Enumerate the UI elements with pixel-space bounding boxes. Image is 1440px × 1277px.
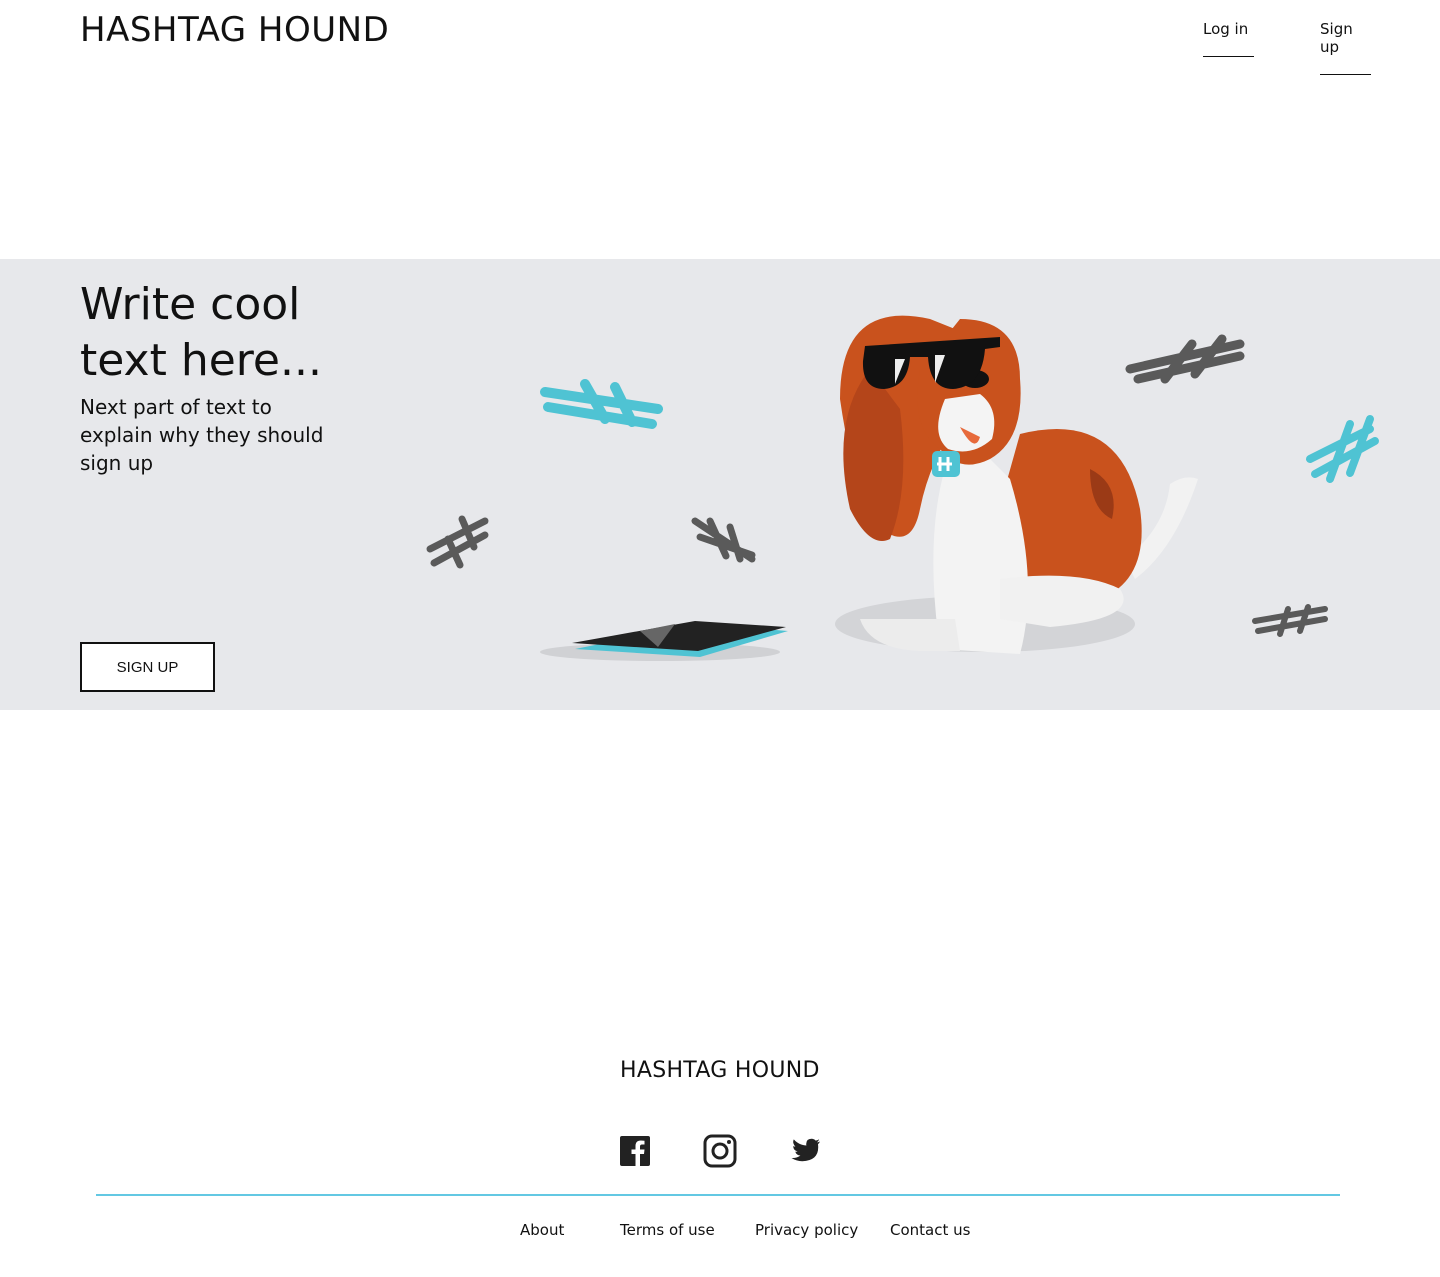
hero-subtitle: Next part of text to explain why they sh… [80,395,324,475]
footer-logo[interactable]: HASHTAG HOUND [620,1058,820,1083]
login-link[interactable]: Log in [1203,20,1254,57]
signup-link[interactable]: Sign up [1320,20,1371,75]
phone-icon [540,621,788,661]
hero-title: Write cool text here... [80,279,322,386]
twitter-icon[interactable] [788,1134,822,1168]
footer-divider [96,1194,1340,1196]
hashtag-icon [540,379,663,429]
footer-link-contact[interactable]: Contact us [890,1221,970,1239]
hashtag-icon [1125,334,1245,384]
hero-signup-button[interactable]: SIGN UP [80,642,215,692]
hashtag-icon [691,517,756,563]
facebook-icon[interactable] [619,1134,653,1168]
hashtag-icon [426,515,489,569]
hashtag-icon [1252,604,1328,637]
hashtag-icon [1306,415,1379,483]
footer-link-privacy[interactable]: Privacy policy [755,1221,858,1239]
instagram-icon[interactable] [703,1134,737,1168]
site-logo[interactable]: HASHTAG HOUND [80,10,389,50]
hero-banner: Write cool text here... Next part of tex… [0,259,1440,710]
hero-illustration [426,315,1379,661]
footer-link-about[interactable]: About [520,1221,564,1239]
footer-link-terms[interactable]: Terms of use [620,1221,715,1239]
